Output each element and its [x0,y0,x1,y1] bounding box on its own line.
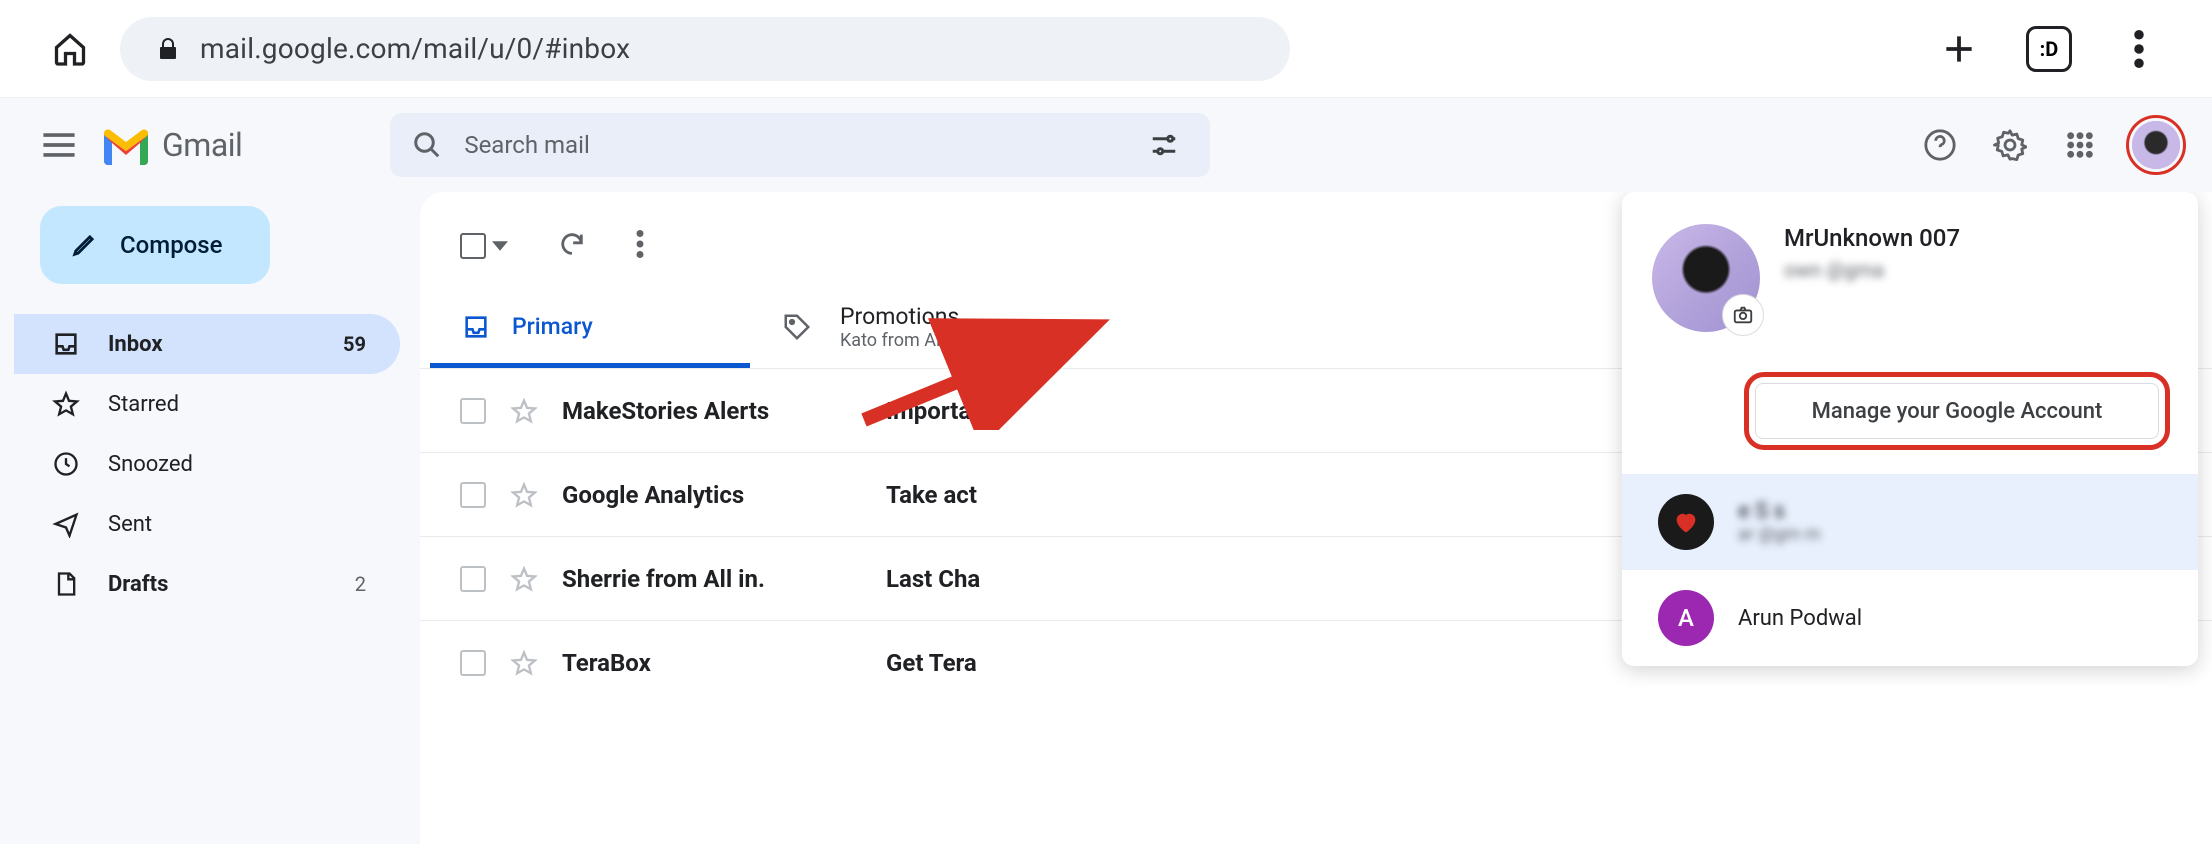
row-checkbox[interactable] [460,398,486,424]
inbox-icon [52,330,80,358]
inbox-icon [462,313,490,341]
gmail-icon [100,125,152,165]
home-button[interactable] [50,29,90,69]
subject: Take act [886,481,977,509]
search-options-button[interactable] [1140,121,1188,169]
account-popover: MrUnknown 007 own @gma Manage your Googl… [1622,192,2198,666]
account-row-name: e S s [1738,499,1821,524]
apps-button[interactable] [2056,121,2104,169]
subject: Last Cha [886,565,980,593]
new-tab-button[interactable] [1936,26,1982,72]
nav-label: Drafts [108,572,168,597]
account-avatar-icon [1658,494,1714,550]
sidebar: Compose Inbox 59 Starred Snoozed Sent Dr… [0,192,420,844]
sender: Google Analytics [562,481,862,509]
account-row-email: ar @gm m [1738,524,1821,545]
star-button[interactable] [510,649,538,677]
search-input[interactable] [464,131,1118,159]
sidebar-item-sent[interactable]: Sent [14,494,400,554]
mail-panel: Primary Promotions Kato from All MakeSto… [420,192,2212,844]
more-button[interactable] [636,230,644,262]
url-text: mail.google.com/mail/u/0/#inbox [200,32,630,65]
gmail-header: Gmail [0,98,2212,192]
star-button[interactable] [510,481,538,509]
sender: Sherrie from All in. [562,565,862,593]
change-photo-button[interactable] [1722,294,1764,336]
select-all-dropdown[interactable] [460,233,508,259]
tab-primary[interactable]: Primary [430,290,750,368]
nav-label: Inbox [108,332,163,357]
row-checkbox[interactable] [460,650,486,676]
kebab-icon [636,230,644,258]
manage-account-button[interactable]: Manage your Google Account [1755,383,2159,439]
account-name: MrUnknown 007 [1784,224,1960,252]
switch-account-row[interactable]: e S s ar @gm m [1622,474,2198,570]
extension-label: :D [2040,37,2059,61]
draft-icon [52,570,80,598]
annotation-highlight: Manage your Google Account [1744,372,2170,450]
chevron-down-icon [492,238,508,254]
nav-count: 59 [343,332,366,356]
sidebar-item-inbox[interactable]: Inbox 59 [14,314,400,374]
account-avatar-button[interactable] [2126,115,2186,175]
account-avatar-icon: A [1658,590,1714,646]
compose-label: Compose [120,231,223,259]
star-button[interactable] [510,397,538,425]
sidebar-item-drafts[interactable]: Drafts 2 [14,554,400,614]
checkbox-icon [460,233,486,259]
subject: Importa [886,397,971,425]
sidebar-item-snoozed[interactable]: Snoozed [14,434,400,494]
avatar-icon [2132,121,2180,169]
browser-menu-button[interactable] [2116,26,2162,72]
send-icon [52,510,80,538]
apps-icon [2066,131,2094,159]
sidebar-item-starred[interactable]: Starred [14,374,400,434]
gmail-logo[interactable]: Gmail [100,125,242,165]
star-button[interactable] [510,565,538,593]
row-checkbox[interactable] [460,482,486,508]
sender: MakeStories Alerts [562,397,862,425]
switch-account-row[interactable]: A Arun Podwal [1622,570,2198,666]
browser-bar: mail.google.com/mail/u/0/#inbox :D [0,0,2212,98]
support-button[interactable] [1916,121,1964,169]
account-row-name: Arun Podwal [1738,606,1862,631]
refresh-icon [558,230,586,258]
nav-label: Snoozed [108,452,193,477]
sender: TeraBox [562,649,862,677]
settings-button[interactable] [1986,121,2034,169]
compose-button[interactable]: Compose [40,206,270,284]
subject: Get Tera [886,649,977,677]
nav-label: Starred [108,392,179,417]
help-icon [1923,128,1957,162]
nav-label: Sent [108,512,152,537]
tune-icon [1149,130,1179,160]
tab-description: Kato from All [840,330,959,351]
gear-icon [1993,128,2027,162]
tab-label: Primary [512,313,593,340]
extension-button[interactable]: :D [2026,26,2072,72]
popover-avatar[interactable] [1652,224,1760,332]
row-checkbox[interactable] [460,566,486,592]
lock-icon [156,35,180,63]
account-email: own @gma [1784,258,1960,282]
url-bar[interactable]: mail.google.com/mail/u/0/#inbox [120,17,1290,81]
pencil-icon [70,231,98,259]
refresh-button[interactable] [558,230,586,262]
nav-count: 2 [355,572,366,596]
tag-icon [782,312,812,342]
search-icon [412,130,442,160]
search-bar[interactable] [390,113,1210,177]
clock-icon [52,450,80,478]
camera-icon [1732,304,1754,326]
tab-label: Promotions [840,303,959,330]
star-icon [52,390,80,418]
main-menu-button[interactable] [36,122,82,168]
tab-promotions[interactable]: Promotions Kato from All [750,290,991,368]
gmail-product-name: Gmail [162,126,242,164]
